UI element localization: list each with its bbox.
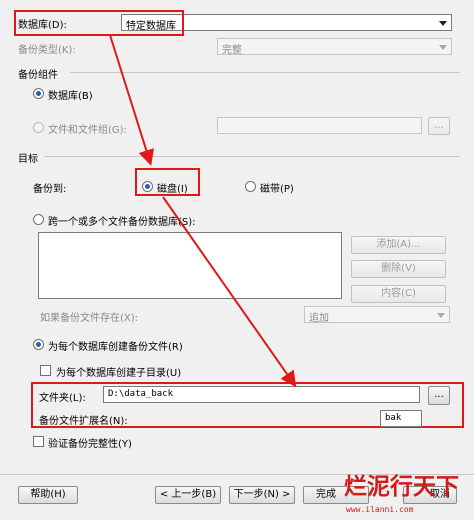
chevron-down-icon	[436, 15, 449, 30]
back-button[interactable]: < 上一步(B)	[155, 486, 221, 504]
backup-component-divider	[70, 72, 460, 73]
arrow-database-to-disk	[109, 34, 155, 166]
extension-input[interactable]: bak	[380, 410, 422, 427]
if-exists-label: 如果备份文件存在(X):	[40, 313, 139, 324]
tape-radio[interactable]	[245, 181, 256, 192]
help-button[interactable]: 帮助(H)	[18, 486, 78, 504]
target-divider	[44, 156, 460, 157]
backup-type-select[interactable]: 完整	[217, 38, 452, 56]
chevron-down-icon	[434, 307, 447, 322]
subdir-label[interactable]: 为每个数据库创建子目录(U)	[56, 364, 181, 379]
per-db-label[interactable]: 为每个数据库创建备份文件(R)	[48, 338, 183, 353]
disk-highlight-box	[135, 168, 200, 196]
next-button[interactable]: 下一步(N) >	[229, 486, 295, 504]
files-input[interactable]	[217, 117, 422, 134]
per-db-radio[interactable]	[33, 339, 44, 350]
watermark-logo: 烂泥行天下	[344, 472, 459, 502]
backup-to-label: 备份到:	[33, 184, 67, 195]
watermark-text: 烂泥行天下	[344, 473, 459, 500]
folder-label: 文件夹(L):	[39, 393, 86, 404]
backup-files-list[interactable]	[38, 232, 342, 299]
verify-checkbox[interactable]	[33, 436, 44, 447]
if-exists-select[interactable]: 追加	[304, 306, 450, 324]
backup-type-value: 完整	[222, 45, 242, 56]
subdir-checkbox[interactable]	[40, 365, 51, 376]
target-heading: 目标	[18, 154, 38, 165]
folder-input-value: D:\data_back	[108, 389, 174, 399]
files-radio-label[interactable]: 文件和文件组(G):	[48, 121, 127, 136]
backup-component-heading: 备份组件	[18, 70, 58, 81]
folder-browse-button[interactable]: ...	[428, 386, 450, 405]
tape-radio-label[interactable]: 磁带(P)	[260, 180, 294, 195]
watermark-url: www.ilanni.com	[346, 505, 414, 514]
extension-input-value: bak	[385, 413, 402, 423]
remove-button[interactable]: 删除(V)	[351, 260, 446, 278]
span-files-radio[interactable]	[33, 214, 44, 225]
backup-type-label: 备份类型(K):	[18, 45, 76, 56]
span-files-label[interactable]: 跨一个或多个文件备份数据库(S):	[48, 213, 196, 228]
contents-button[interactable]: 内容(C)	[351, 285, 446, 303]
verify-label[interactable]: 验证备份完整性(Y)	[48, 435, 132, 450]
extension-label: 备份文件扩展名(N):	[39, 416, 128, 427]
database-radio[interactable]	[33, 88, 44, 99]
database-radio-label[interactable]: 数据库(B)	[48, 87, 93, 102]
folder-input[interactable]: D:\data_back	[103, 386, 420, 403]
if-exists-value: 追加	[309, 313, 329, 324]
add-button[interactable]: 添加(A)...	[351, 236, 446, 254]
files-radio[interactable]	[33, 122, 44, 133]
files-browse-button[interactable]: ...	[428, 117, 450, 135]
database-highlight-box	[14, 10, 184, 36]
chevron-down-icon	[436, 39, 449, 54]
